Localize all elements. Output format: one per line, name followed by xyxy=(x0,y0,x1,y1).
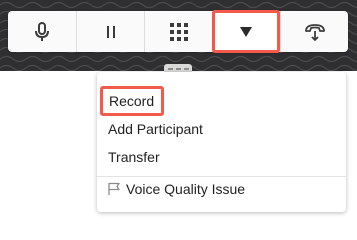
call-toolbar xyxy=(8,10,349,53)
menu-item-voice-quality-issue[interactable]: Voice Quality Issue xyxy=(108,176,245,202)
pause-button[interactable] xyxy=(76,11,145,52)
menu-item-record[interactable]: Record xyxy=(100,86,164,116)
more-options-menu: Record Add Participant Transfer Voice Qu… xyxy=(97,72,346,212)
menu-item-label: Record xyxy=(109,93,155,109)
menu-item-label: Voice Quality Issue xyxy=(126,181,246,197)
keypad-button[interactable] xyxy=(144,11,213,52)
microphone-icon xyxy=(35,21,49,42)
microphone-button[interactable] xyxy=(8,11,76,52)
flag-icon xyxy=(108,182,120,196)
menu-item-transfer[interactable]: Transfer xyxy=(108,144,160,170)
more-options-button[interactable] xyxy=(212,10,280,53)
menu-item-label: Add Participant xyxy=(108,121,203,137)
caret-down-icon xyxy=(239,26,253,38)
handset-transfer-icon xyxy=(304,22,326,42)
menu-item-add-participant[interactable]: Add Participant xyxy=(108,116,203,142)
menu-item-label: Transfer xyxy=(108,149,160,165)
hang-up-transfer-button[interactable] xyxy=(280,11,349,52)
pause-icon xyxy=(106,25,116,39)
keypad-grid-icon xyxy=(170,22,188,41)
